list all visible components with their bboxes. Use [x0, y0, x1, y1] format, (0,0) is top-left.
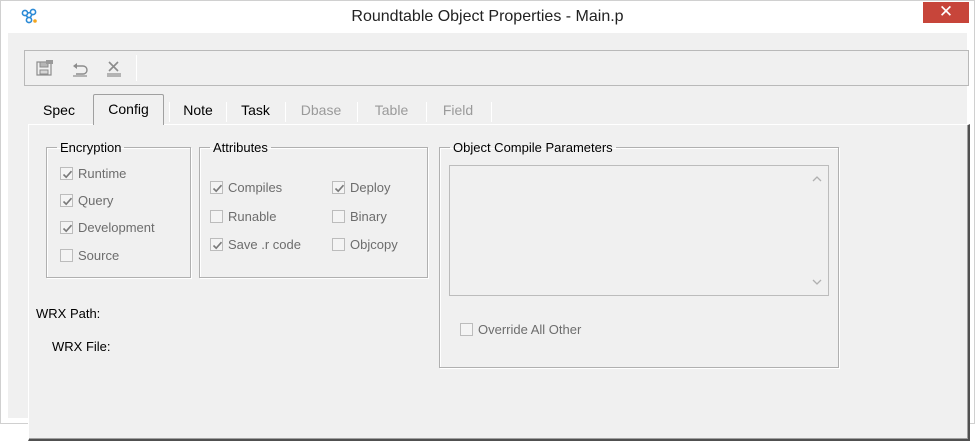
tab-separator: [357, 102, 358, 122]
tab-separator: [285, 102, 286, 122]
dialog-client-area: Spec Config Note Task Dbase Table Field …: [8, 33, 970, 441]
override-all-other-label: Override All Other: [478, 322, 582, 337]
deploy-label: Deploy: [350, 180, 391, 195]
development-label: Development: [78, 220, 155, 235]
delete-icon[interactable]: [103, 57, 125, 79]
tab-config[interactable]: Config: [93, 94, 164, 125]
checkbox-box: [332, 181, 345, 194]
runable-label: Runable: [228, 209, 277, 224]
close-icon: ✕: [938, 2, 954, 21]
tab-separator: [169, 102, 170, 122]
tab-separator: [426, 102, 427, 122]
tab-separator: [491, 102, 492, 122]
tab-table[interactable]: Table: [360, 96, 423, 124]
query-label: Query: [78, 193, 114, 208]
dialog-window: Roundtable Object Properties - Main.p ✕: [0, 0, 975, 441]
attributes-legend: Attributes: [213, 140, 268, 155]
scroll-down-icon[interactable]: [810, 275, 824, 289]
checkbox-box: [460, 323, 473, 336]
compile-parameters-legend: Object Compile Parameters: [453, 140, 613, 155]
toolbar-separator: [136, 55, 137, 81]
checkbox-box: [332, 238, 345, 251]
save-r-code-label: Save .r code: [228, 237, 301, 252]
window-title: Roundtable Object Properties - Main.p: [351, 8, 624, 25]
undo-icon[interactable]: [69, 57, 91, 79]
checkbox-box: [210, 181, 223, 194]
checkbox-box: [210, 238, 223, 251]
checkbox-box: [60, 194, 73, 207]
save-icon[interactable]: [34, 57, 56, 79]
wrx-path-label: WRX Path:: [36, 306, 101, 321]
tab-field[interactable]: Field: [429, 96, 487, 124]
tab-task[interactable]: Task: [229, 96, 282, 124]
close-button[interactable]: ✕: [923, 2, 969, 23]
compiles-label: Compiles: [228, 180, 283, 195]
tab-note[interactable]: Note: [172, 96, 224, 124]
checkbox-box: [60, 249, 73, 262]
source-label: Source: [78, 248, 120, 263]
runtime-label: Runtime: [78, 166, 127, 181]
checkbox-box: [210, 210, 223, 223]
binary-label: Binary: [350, 209, 387, 224]
checkbox-box: [332, 210, 345, 223]
tab-dbase[interactable]: Dbase: [288, 96, 354, 124]
toolbar: [24, 50, 969, 86]
encryption-legend: Encryption: [60, 140, 122, 155]
scroll-up-icon[interactable]: [810, 172, 824, 186]
tab-spec[interactable]: Spec: [30, 96, 88, 124]
checkbox-box: [60, 167, 73, 180]
objcopy-label: Objcopy: [350, 237, 398, 252]
tab-separator: [226, 102, 227, 122]
compile-parameters-textarea[interactable]: [449, 165, 829, 296]
wrx-file-label: WRX File:: [52, 339, 111, 354]
checkbox-box: [60, 221, 73, 234]
title-bar[interactable]: Roundtable Object Properties - Main.p ✕: [1, 1, 974, 33]
